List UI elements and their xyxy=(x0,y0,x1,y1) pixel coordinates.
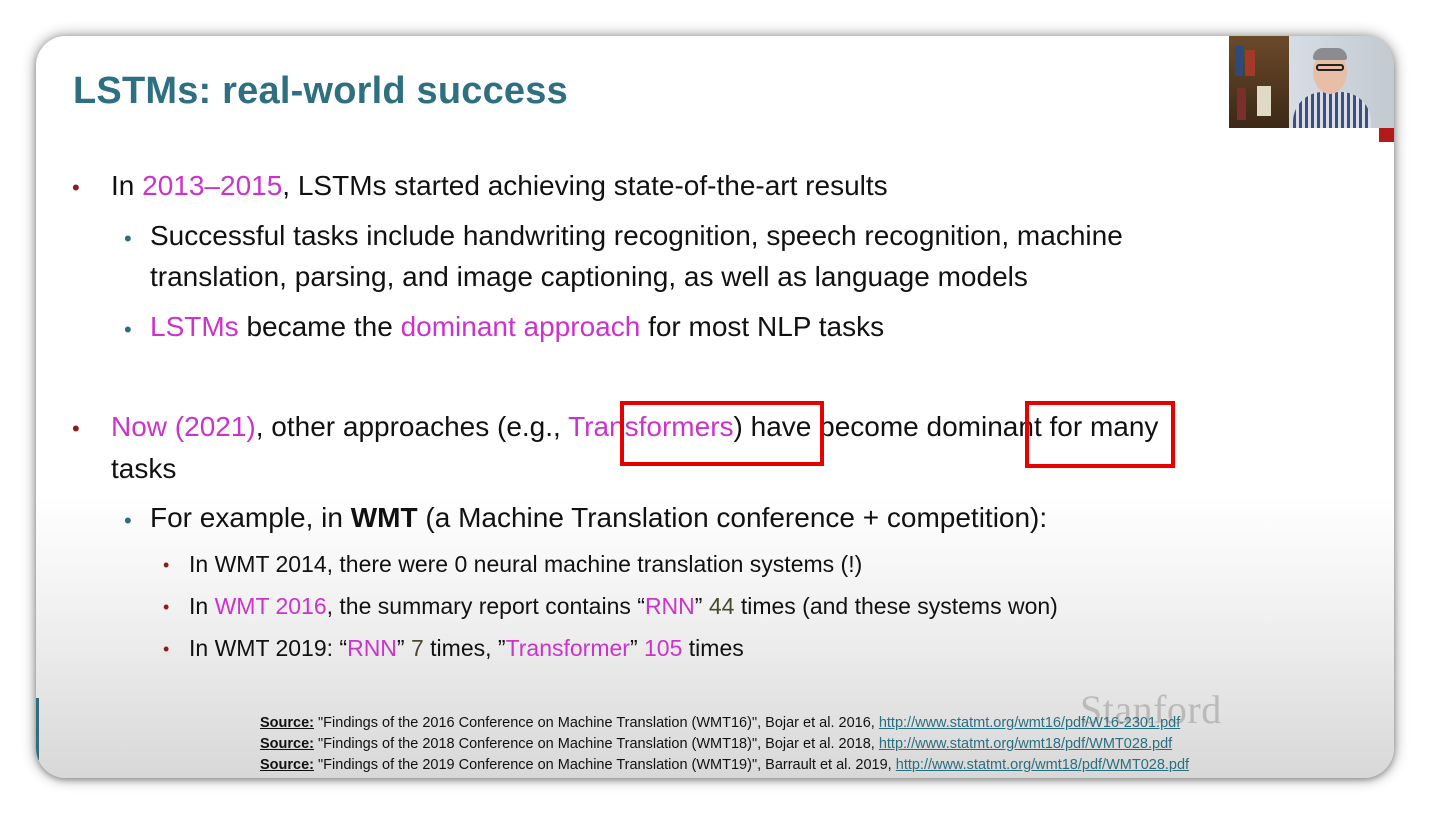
source-line: Source: "Findings of the 2016 Conference… xyxy=(260,713,1189,734)
bullet-dot: • xyxy=(163,639,170,659)
bullet-dot: • xyxy=(72,416,80,441)
bullet-1a-line1: Successful tasks include handwriting rec… xyxy=(150,220,1123,251)
bullet-1: In 2013–2015, LSTMs started achieving st… xyxy=(111,170,888,202)
count: 7 xyxy=(410,635,424,661)
webcam-presenter-body xyxy=(1293,92,1371,128)
source-link[interactable]: http://www.statmt.org/wmt18/pdf/WMT028.p… xyxy=(879,736,1172,752)
webcam-book xyxy=(1257,86,1271,116)
text: times, ” xyxy=(423,635,506,661)
slide-accent-bar xyxy=(36,698,39,760)
slide-title: LSTMs: real-world success xyxy=(73,70,568,112)
count-highlight: 105 xyxy=(644,635,683,661)
source-link[interactable]: http://www.statmt.org/wmt18/pdf/WMT028.p… xyxy=(896,757,1189,773)
sub-bullet-1: In WMT 2014, there were 0 neural machine… xyxy=(189,551,863,577)
wmt2016-highlight: WMT 2016 xyxy=(214,593,327,619)
text: In WMT 2019: “ xyxy=(189,635,348,661)
source-text: "Findings of the 2019 Conference on Mach… xyxy=(314,757,896,773)
wmt-bold: WMT xyxy=(350,502,418,533)
webcam-presenter-hair xyxy=(1313,48,1347,60)
rnn-highlight: RNN xyxy=(347,635,397,661)
transformer-highlight: Transformer xyxy=(505,635,630,661)
bullet-dot: • xyxy=(124,508,132,533)
now-highlight: Now (2021) xyxy=(111,411,256,442)
sub-bullet-2: In WMT 2016, the summary report contains… xyxy=(189,593,1058,620)
webcam-book xyxy=(1245,50,1255,76)
text: ” xyxy=(396,635,411,661)
text: times (and these systems won) xyxy=(734,593,1058,619)
source-link[interactable]: http://www.statmt.org/wmt16/pdf/W16-2301… xyxy=(879,715,1180,731)
text: times xyxy=(682,635,744,661)
source-text: "Findings of the 2016 Conference on Mach… xyxy=(314,715,879,731)
text: ” xyxy=(694,593,709,619)
webcam-presenter-glasses xyxy=(1316,64,1344,71)
text: for most NLP tasks xyxy=(640,311,885,342)
lstms-highlight: LSTMs xyxy=(150,311,239,342)
bullet-1b: LSTMs became the dominant approach for m… xyxy=(150,311,884,343)
bullet-dot: • xyxy=(163,597,170,617)
text: (a Machine Translation conference + comp… xyxy=(417,502,1048,533)
source-line: Source: "Findings of the 2019 Conference… xyxy=(260,755,1189,776)
years-highlight: 2013–2015 xyxy=(142,170,283,201)
bullet-1a-line2: translation, parsing, and image captioni… xyxy=(150,261,1028,292)
text: , the summary report contains “ xyxy=(326,593,645,619)
text: , LSTMs started achieving state-of-the-a… xyxy=(282,170,888,201)
bullet-2-line2: tasks xyxy=(111,453,177,484)
source-text: "Findings of the 2018 Conference on Mach… xyxy=(314,736,879,752)
sub-bullet-3: In WMT 2019: “RNN” 7 times, ”Transformer… xyxy=(189,635,744,662)
sources-block: Source: "Findings of the 2016 Conference… xyxy=(260,713,1189,776)
rnn-highlight: RNN xyxy=(644,593,695,619)
dominant-highlight-box xyxy=(1025,401,1175,468)
webcam-book xyxy=(1235,46,1243,76)
bullet-dot: • xyxy=(72,175,80,200)
text: In xyxy=(189,593,215,619)
text: , other approaches (e.g., xyxy=(255,411,569,442)
text: became the xyxy=(238,311,401,342)
webcam-book xyxy=(1237,88,1246,120)
count: 44 xyxy=(708,593,735,619)
bullet-dot: • xyxy=(124,317,132,342)
text: For example, in xyxy=(150,502,351,533)
source-label: Source: xyxy=(260,715,314,731)
bullet-2a: For example, in WMT (a Machine Translati… xyxy=(150,502,1047,534)
transformers-highlight-box xyxy=(620,401,824,466)
slide: LSTMs: real-world success • In 2013–2015… xyxy=(36,36,1394,778)
bullet-dot: • xyxy=(163,555,170,575)
dominant-approach-highlight: dominant approach xyxy=(400,311,641,342)
source-label: Source: xyxy=(260,757,314,773)
webcam-video xyxy=(1229,36,1394,128)
text: In xyxy=(111,170,143,201)
bullet-dot: • xyxy=(124,226,132,251)
slide-corner-accent xyxy=(1379,128,1394,142)
source-line: Source: "Findings of the 2018 Conference… xyxy=(260,734,1189,755)
text: ” xyxy=(629,635,645,661)
source-label: Source: xyxy=(260,736,314,752)
